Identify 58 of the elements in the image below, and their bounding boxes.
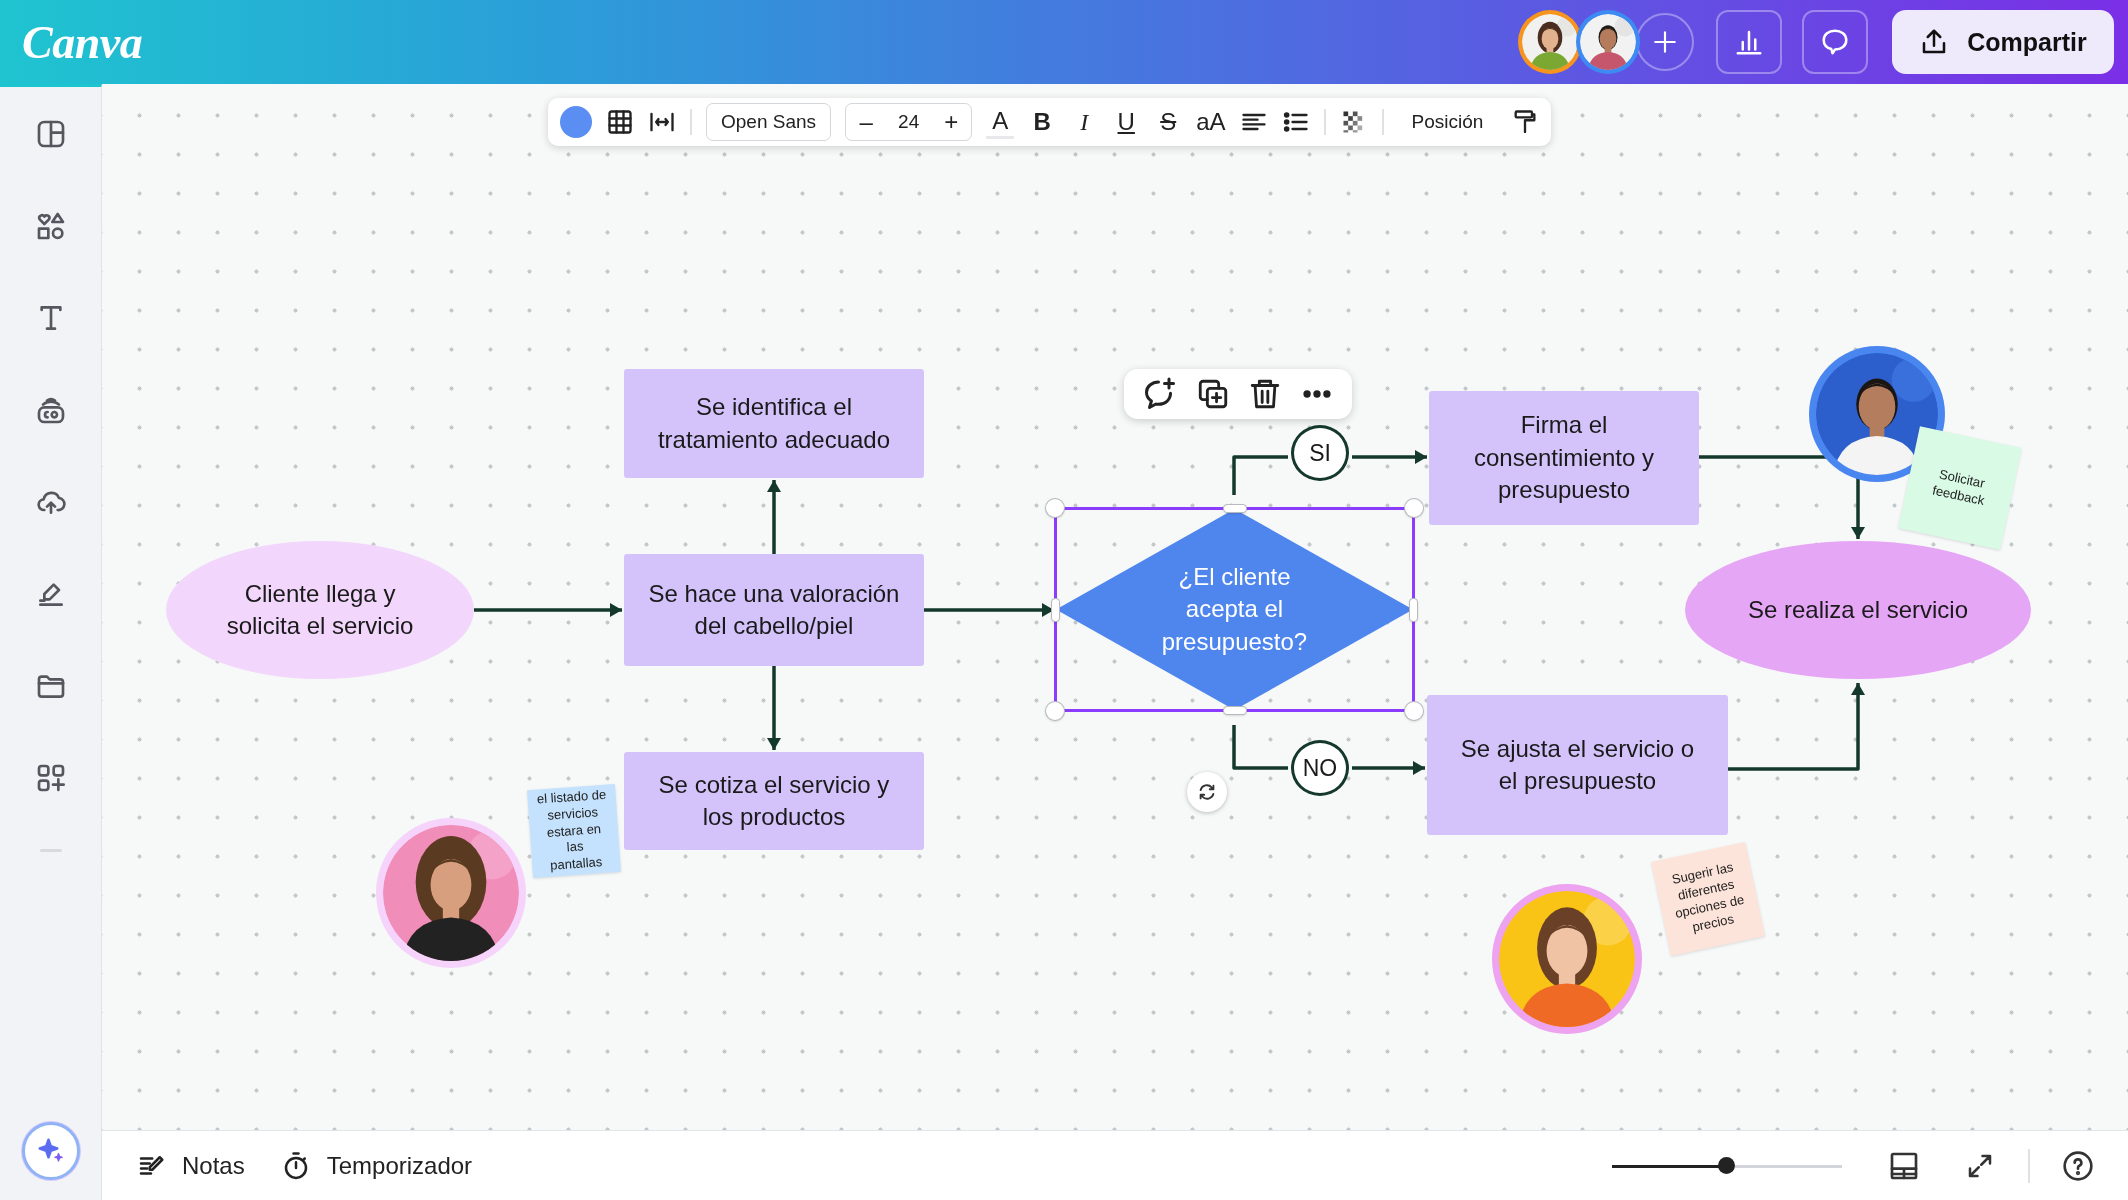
underline-button[interactable]: U [1112,104,1141,140]
connector-arrow[interactable] [767,480,781,554]
resize-handle[interactable] [1223,707,1246,714]
resize-handle[interactable] [1046,702,1064,720]
timer-button[interactable]: Temporizador [280,1140,473,1191]
resize-handle[interactable] [1405,702,1423,720]
trash-icon[interactable] [1248,377,1282,411]
font-dropdown[interactable]: Open Sans [706,103,832,141]
rotate-handle[interactable] [1186,772,1227,812]
magic-button[interactable] [21,1122,80,1180]
connector-arrow[interactable] [474,603,622,617]
branch-label[interactable]: SI [1291,425,1349,481]
notes-button[interactable]: Notas [136,1140,245,1191]
slider-thumb[interactable] [1718,1156,1735,1174]
process-box[interactable]: Firma el consentimiento y presupuesto [1429,391,1699,525]
add-collaborator-button[interactable] [1636,13,1694,71]
comment-add-icon[interactable] [1142,376,1178,412]
connector-arrow[interactable] [1728,683,1865,771]
zoom-slider[interactable] [1612,1156,1842,1175]
connector-arrow[interactable] [767,666,781,750]
copy-icon[interactable] [1196,377,1230,411]
help-icon [2062,1149,2094,1182]
increase-size-button[interactable]: + [941,108,962,136]
italic-button[interactable]: I [1070,104,1099,140]
share-button[interactable]: Compartir [1892,10,2114,74]
text-color-button[interactable]: A [986,105,1015,139]
font-size-value[interactable]: 24 [898,111,920,133]
sticky-note[interactable]: el listado de servicios estara en las pantallas [527,784,621,878]
process-box[interactable]: Se identifica el tratamiento adecuado [624,369,924,478]
resize-handle[interactable] [1052,598,1059,621]
connector-arrow[interactable] [924,603,1054,617]
resize-handle[interactable] [1410,598,1417,621]
bold-button[interactable]: B [1028,104,1057,140]
comment-button[interactable] [1802,10,1868,74]
strikethrough-button[interactable]: S [1154,104,1183,140]
resize-handle[interactable] [1405,499,1423,517]
speech-bubble-icon [1820,27,1850,57]
sticky-note[interactable]: Solicitar feedback [1898,426,2022,550]
position-button[interactable]: Posición [1397,104,1498,140]
selection-frame[interactable] [1044,497,1425,722]
font-size-field[interactable]: – 24 + [845,103,973,141]
connector-arrow[interactable] [1352,450,1427,464]
process-box[interactable]: Se hace una valoración del cabello/piel [624,554,924,666]
plus-icon [1652,29,1678,55]
color-swatch[interactable] [560,106,592,138]
process-box[interactable]: Se ajusta el servicio o el presupuesto [1427,695,1728,835]
branch-label[interactable]: NO [1291,740,1349,796]
resize-handle[interactable] [1046,499,1064,517]
insights-button[interactable] [1716,10,1782,74]
process-box[interactable]: Se cotiza el servicio y los productos [624,752,924,850]
table-icon[interactable] [606,108,634,136]
sticky-note[interactable]: Sugerir las diferentes opciones de precios [1651,842,1765,956]
letter-case-button[interactable]: aA [1196,104,1226,140]
connector-arrow[interactable] [1352,761,1425,775]
oval-node[interactable]: Cliente llega y solicita el servicio [166,541,474,679]
resize-handle[interactable] [1223,505,1246,512]
oval-node[interactable]: Se realiza el servicio [1685,541,2031,679]
decrease-size-button[interactable]: – [856,108,877,136]
